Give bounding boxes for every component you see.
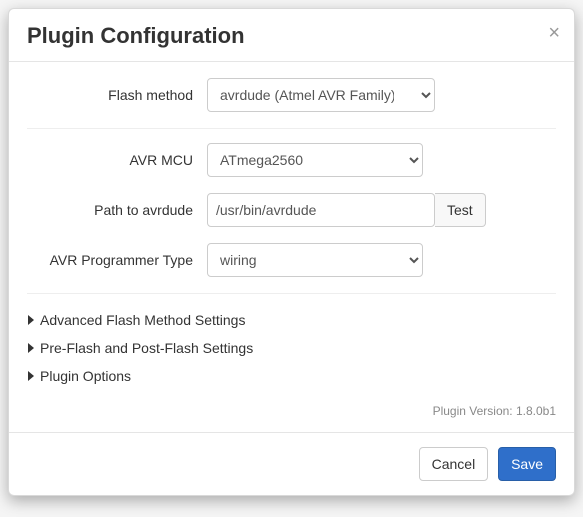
close-icon: × (548, 22, 560, 44)
modal-body: Flash method avrdude (Atmel AVR Family) … (9, 62, 574, 432)
row-flash-method: Flash method avrdude (Atmel AVR Family) (27, 78, 556, 112)
label-flash-method: Flash method (27, 87, 207, 103)
divider (27, 128, 556, 129)
accordion-label: Pre-Flash and Post-Flash Settings (40, 340, 253, 356)
select-avr-mcu[interactable]: ATmega2560 (207, 143, 423, 177)
label-avr-mcu: AVR MCU (27, 152, 207, 168)
plugin-config-modal: Plugin Configuration × Flash method avrd… (8, 8, 575, 496)
chevron-right-icon (27, 314, 36, 326)
cancel-button[interactable]: Cancel (419, 447, 489, 481)
modal-footer: Cancel Save (9, 432, 574, 495)
save-button[interactable]: Save (498, 447, 556, 481)
row-avrdude-path: Path to avrdude Test (27, 193, 556, 227)
row-avr-mcu: AVR MCU ATmega2560 (27, 143, 556, 177)
select-flash-method[interactable]: avrdude (Atmel AVR Family) (207, 78, 435, 112)
close-button[interactable]: × (548, 23, 560, 43)
divider (27, 293, 556, 294)
chevron-right-icon (27, 342, 36, 354)
accordion-label: Advanced Flash Method Settings (40, 312, 245, 328)
row-programmer-type: AVR Programmer Type wiring (27, 243, 556, 277)
test-path-button[interactable]: Test (435, 193, 486, 227)
accordion-advanced-flash[interactable]: Advanced Flash Method Settings (27, 308, 556, 332)
accordion-plugin-options[interactable]: Plugin Options (27, 364, 556, 388)
modal-title: Plugin Configuration (27, 23, 556, 49)
label-avrdude-path: Path to avrdude (27, 202, 207, 218)
accordion-pre-post-flash[interactable]: Pre-Flash and Post-Flash Settings (27, 336, 556, 360)
input-avrdude-path[interactable] (207, 193, 435, 227)
chevron-right-icon (27, 370, 36, 382)
modal-header: Plugin Configuration × (9, 9, 574, 62)
accordion-label: Plugin Options (40, 368, 131, 384)
select-programmer-type[interactable]: wiring (207, 243, 423, 277)
plugin-version-text: Plugin Version: 1.8.0b1 (27, 404, 556, 418)
label-programmer-type: AVR Programmer Type (27, 252, 207, 268)
